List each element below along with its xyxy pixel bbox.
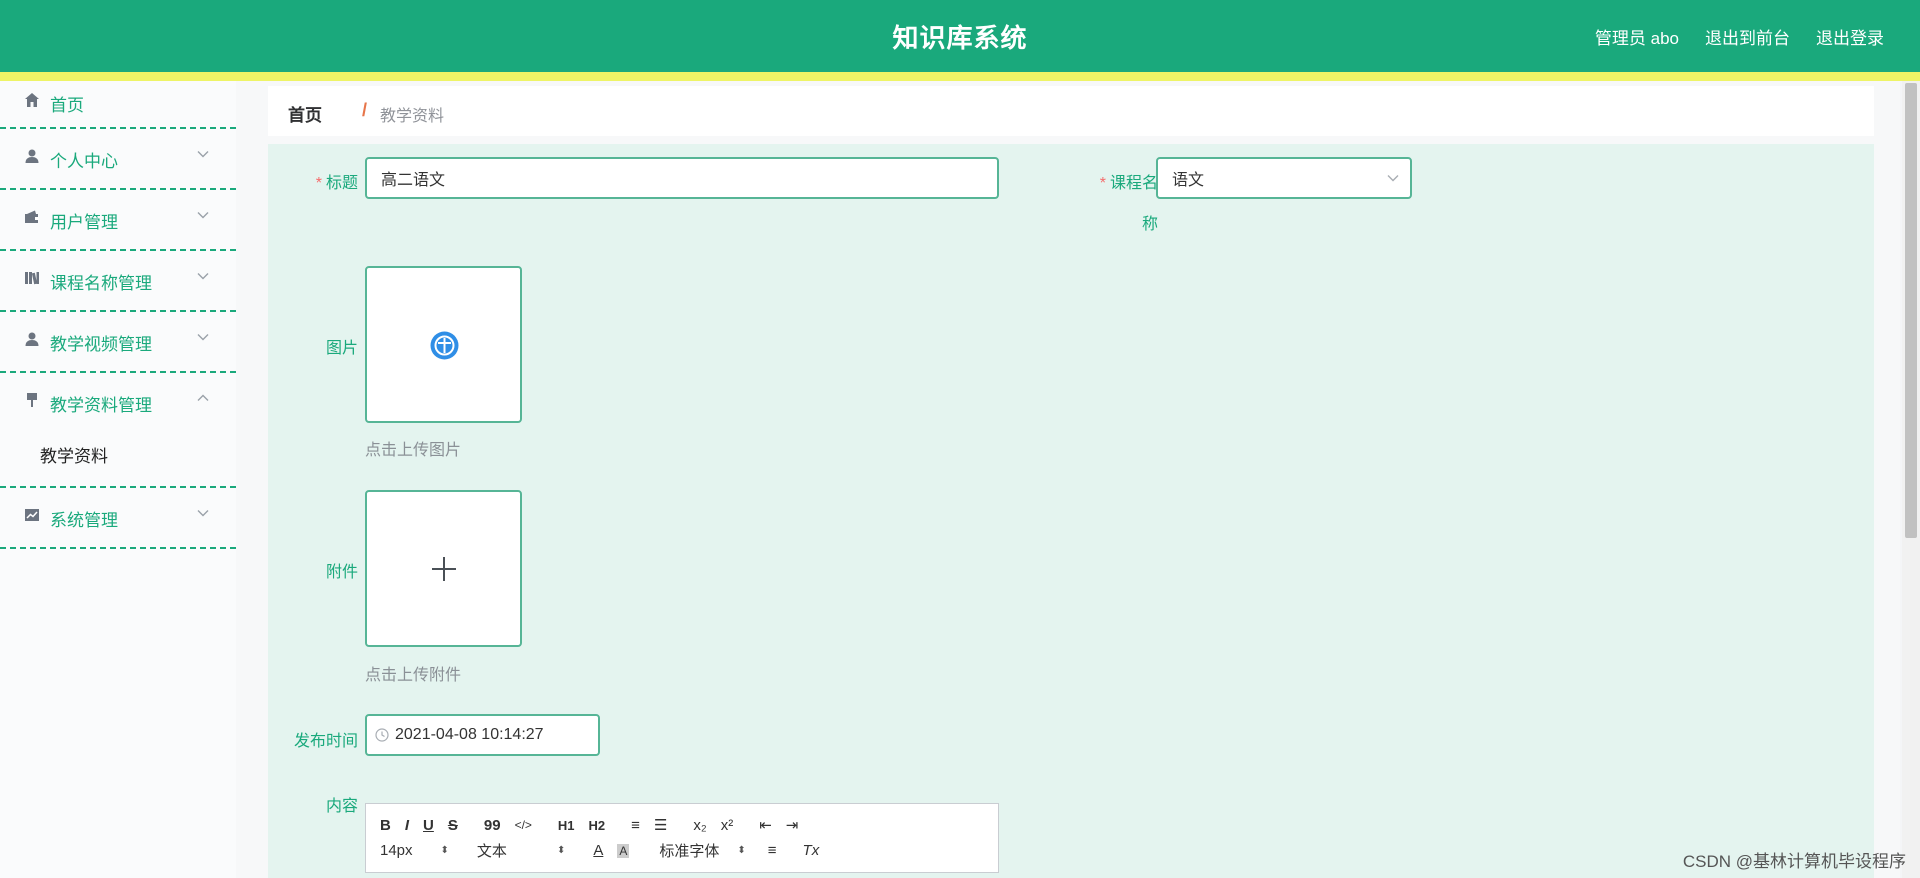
publish-time-picker[interactable]: 2021-04-08 10:14:27: [365, 714, 600, 756]
sidebar-item-label: 教学资料管理: [50, 396, 152, 415]
plus-icon: [432, 557, 456, 581]
underline-button[interactable]: U: [423, 817, 434, 834]
title-label: * 标题: [315, 175, 358, 192]
select-caret-icon: ⬍: [737, 845, 746, 856]
chevron-down-icon: [197, 510, 209, 517]
chevron-down-icon: [197, 151, 209, 158]
image-label: 图片: [325, 340, 358, 357]
bold-button[interactable]: B: [380, 817, 391, 834]
editor-toolbar-row-1: B I U S 99 </> H1 H2 ≡ ☰ x₂ x² ⇤ ⇥: [380, 816, 812, 835]
ordered-list-button[interactable]: ≡: [631, 817, 640, 834]
home-icon: [25, 93, 39, 107]
chevron-down-icon: [197, 334, 209, 341]
image-upload-box[interactable]: [365, 266, 522, 423]
sidebar-item-course-names[interactable]: 课程名称管理: [0, 251, 236, 312]
wallet-icon: [25, 210, 39, 223]
sidebar: 首页 个人中心 用户管理 课程名称管理 教学视频管理 教学资料管理 教学资料 系…: [0, 81, 236, 878]
heading1-button[interactable]: H1: [558, 818, 575, 833]
rich-text-editor[interactable]: B I U S 99 </> H1 H2 ≡ ☰ x₂ x² ⇤ ⇥ 14px ⬍: [365, 803, 999, 873]
publish-time-label: 发布时间: [293, 733, 358, 750]
sidebar-item-user-management[interactable]: 用户管理: [0, 190, 236, 251]
sidebar-item-teaching-videos[interactable]: 教学视频管理: [0, 312, 236, 373]
italic-button[interactable]: I: [405, 817, 409, 834]
quote-button[interactable]: 99: [484, 817, 501, 834]
sidebar-item-teaching-materials[interactable]: 教学资料管理 教学资料: [0, 373, 236, 488]
chevron-up-icon: [197, 394, 209, 401]
subscript-button[interactable]: x₂: [693, 817, 706, 834]
logout-link[interactable]: 退出登录: [1816, 24, 1884, 49]
required-mark: *: [315, 175, 322, 192]
sidebar-item-personal-center[interactable]: 个人中心: [0, 129, 236, 190]
clear-format-button[interactable]: Tx: [803, 842, 820, 859]
user-icon: [25, 332, 39, 346]
sidebar-item-label: 首页: [50, 96, 84, 115]
required-mark: *: [1099, 175, 1106, 192]
admin-user-link[interactable]: 管理员 abo: [1595, 24, 1679, 49]
clock-icon: [375, 728, 389, 742]
attachment-upload-box[interactable]: [365, 490, 522, 647]
watermark: CSDN @基林计算机毕设程序: [1682, 852, 1906, 871]
books-icon: [25, 272, 39, 285]
sidebar-item-system-management[interactable]: 系统管理: [0, 488, 236, 549]
back-to-frontend-link[interactable]: 退出到前台: [1705, 24, 1790, 49]
header-stripe: [0, 72, 1920, 81]
sidebar-item-label: 系统管理: [50, 511, 118, 530]
main-content: 首页 / 教学资料 * 标题 高二语文 * 课程名 称 语文 图片 点击上传图片…: [236, 81, 1900, 878]
indent-button[interactable]: ⇥: [786, 816, 799, 834]
title-input[interactable]: 高二语文: [365, 157, 999, 199]
header-links: 管理员 abo 退出到前台 退出登录: [1595, 24, 1884, 49]
align-button[interactable]: ≡: [768, 842, 777, 859]
chart-icon: [25, 509, 39, 521]
attachment-label: 附件: [325, 564, 358, 581]
course-name-label: * 课程名: [1099, 175, 1158, 192]
breadcrumb-home[interactable]: 首页: [288, 101, 322, 126]
sidebar-item-label: 用户管理: [50, 213, 118, 232]
text-style-select[interactable]: 文本 ⬍: [477, 840, 565, 861]
superscript-button[interactable]: x²: [721, 817, 734, 834]
sidebar-item-label: 教学视频管理: [50, 335, 152, 354]
pin-icon: [27, 393, 37, 407]
edit-form: * 标题 高二语文 * 课程名 称 语文 图片 点击上传图片 附件 点击上传附件…: [268, 144, 1874, 878]
upload-image-icon: [430, 331, 459, 360]
user-icon: [25, 149, 39, 163]
page-scrollbar[interactable]: [1902, 81, 1920, 878]
font-size-select[interactable]: 14px ⬍: [380, 842, 449, 859]
strike-button[interactable]: S: [448, 817, 458, 834]
breadcrumb-separator: /: [362, 100, 368, 120]
bullet-list-button[interactable]: ☰: [654, 816, 667, 834]
font-color-button[interactable]: A: [593, 842, 603, 859]
background-color-button[interactable]: A: [617, 843, 630, 858]
heading2-button[interactable]: H2: [589, 818, 606, 833]
select-caret-icon: ⬍: [440, 845, 449, 856]
image-upload-hint: 点击上传图片: [365, 442, 462, 459]
scrollbar-thumb[interactable]: [1905, 83, 1917, 538]
outdent-button[interactable]: ⇤: [759, 816, 772, 834]
top-header: 知识库系统 管理员 abo 退出到前台 退出登录: [0, 0, 1920, 72]
sidebar-item-home[interactable]: 首页: [0, 81, 236, 129]
content-label: 内容: [325, 798, 358, 815]
sidebar-item-label: 个人中心: [50, 152, 118, 171]
submenu-item-teaching-materials[interactable]: 教学资料: [40, 442, 108, 467]
chevron-down-icon: [197, 212, 209, 219]
select-caret-icon: ⬍: [556, 845, 566, 856]
code-button[interactable]: </>: [515, 818, 532, 832]
editor-toolbar-row-2: 14px ⬍ 文本 ⬍ A A 标准字体 ⬍ ≡ Tx: [380, 840, 833, 861]
chevron-down-icon: [197, 273, 209, 280]
breadcrumb-current: 教学资料: [380, 108, 445, 125]
chevron-down-icon: [1387, 175, 1399, 182]
course-name-select[interactable]: 语文: [1156, 157, 1412, 199]
course-name-label-wrap: 称: [1141, 216, 1158, 233]
attachment-upload-hint: 点击上传附件: [365, 667, 462, 684]
font-family-select[interactable]: 标准字体 ⬍: [659, 840, 745, 861]
sidebar-item-label: 课程名称管理: [50, 274, 152, 293]
breadcrumb: 首页 / 教学资料: [268, 86, 1874, 136]
